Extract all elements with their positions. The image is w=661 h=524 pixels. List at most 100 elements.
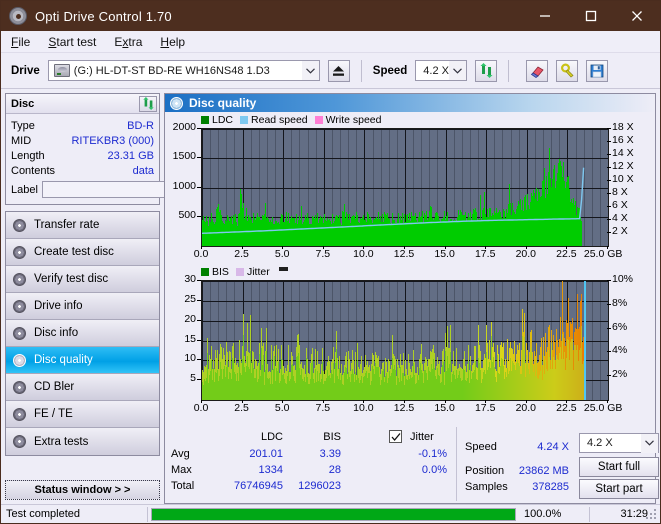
disc-row-length-key: Length xyxy=(11,149,45,162)
sidebar-item-label: Transfer rate xyxy=(34,219,100,231)
y-tick-label-right: 2% xyxy=(612,368,628,381)
y-tick-label-right: 6% xyxy=(612,320,628,333)
y-tick-label-right: 16 X xyxy=(612,134,634,146)
y-tick-right xyxy=(607,219,611,220)
settings-button[interactable] xyxy=(556,59,579,82)
app-icon xyxy=(9,7,27,25)
speed-stat-label: Speed xyxy=(465,441,497,453)
resize-grip[interactable] xyxy=(646,509,658,521)
legend-label: BIS xyxy=(212,266,229,278)
bottom-chart-legend: BIS Jitter xyxy=(201,266,288,278)
start-full-button[interactable]: Start full xyxy=(579,457,659,477)
drive-select[interactable]: (G:) HL-DT-ST BD-RE WH16NS48 1.D3 xyxy=(47,60,320,81)
x-tick xyxy=(201,246,202,249)
sidebar-item-drive-info[interactable]: Drive info xyxy=(6,293,159,320)
disc-row-length: Length 23.31 GB xyxy=(11,148,154,163)
menu-file[interactable]: File xyxy=(11,35,30,49)
menu-help[interactable]: Help xyxy=(160,35,185,49)
disc-icon xyxy=(12,353,27,368)
legend-swatch xyxy=(314,116,323,124)
minimize-icon[interactable] xyxy=(522,1,568,31)
x-tick-label: 10.0 xyxy=(353,402,374,414)
menu-extra[interactable]: Extra xyxy=(114,35,142,49)
x-tick xyxy=(363,246,365,249)
y-tick-right xyxy=(607,193,611,194)
drive-icon xyxy=(53,64,70,77)
test-speed-select[interactable]: 4.2 X xyxy=(579,433,659,453)
stats-row-max-label: Max xyxy=(171,464,192,476)
y-tick-label-right: 8% xyxy=(612,296,628,309)
refresh-button[interactable] xyxy=(475,59,498,82)
sidebar-item-transfer-rate[interactable]: Transfer rate xyxy=(6,212,159,239)
speed-select[interactable]: 4.2 X xyxy=(415,60,468,81)
eject-button[interactable] xyxy=(327,59,350,82)
y-tick-label-right: 18 X xyxy=(612,121,634,133)
y-tick xyxy=(197,379,201,381)
x-tick xyxy=(282,400,284,403)
disc-refresh-button[interactable] xyxy=(139,95,157,112)
save-button[interactable] xyxy=(586,59,609,82)
stats-avg-jitter: -0.1% xyxy=(418,448,447,460)
stats-avg-ldc: 201.01 xyxy=(249,448,283,460)
x-tick xyxy=(363,400,365,403)
status-window-button[interactable]: Status window > > xyxy=(5,480,160,500)
sidebar-item-disc-quality[interactable]: Disc quality xyxy=(6,347,159,374)
x-tick xyxy=(404,246,405,249)
sidebar-item-disc-info[interactable]: Disc info xyxy=(6,320,159,347)
chevron-down-icon xyxy=(449,61,467,80)
close-icon[interactable] xyxy=(614,1,660,31)
y-tick xyxy=(197,319,201,321)
disc-icon xyxy=(12,380,27,395)
legend-jitter: Jitter xyxy=(235,266,270,278)
x-tick-label: 10.0 xyxy=(353,248,374,260)
y-tick xyxy=(197,128,201,129)
y-tick-right xyxy=(607,327,611,329)
bottom-chart: BIS Jitter 0.0 2.5 5.0 7.5 10.0 12.5 15.… xyxy=(165,266,655,420)
disc-row-type-key: Type xyxy=(11,119,35,132)
position-stat-label: Position xyxy=(465,465,505,477)
disc-icon xyxy=(12,272,27,287)
title-bar: Opti Drive Control 1.70 xyxy=(1,1,660,31)
disc-panel-title: Disc xyxy=(11,97,35,110)
y-tick-right xyxy=(607,154,611,155)
sidebar-item-fe-te[interactable]: FE / TE xyxy=(6,401,159,428)
sidebar-item-label: CD Bler xyxy=(34,381,75,393)
stats-row-avg-label: Avg xyxy=(171,448,190,460)
erase-button[interactable] xyxy=(526,59,549,82)
sidebar-item-label: Verify test disc xyxy=(34,273,109,285)
y-tick xyxy=(197,186,201,188)
legend-bis: BIS xyxy=(201,266,229,278)
stats-divider xyxy=(456,427,457,501)
top-plot-area xyxy=(201,128,609,247)
x-tick xyxy=(444,246,446,249)
jitter-checkbox[interactable] xyxy=(389,430,402,443)
top-chart-legend: LDC Read speed Write speed xyxy=(201,114,382,126)
position-stat-value: 23862 MB xyxy=(518,465,569,477)
sidebar-item-verify-test-disc[interactable]: Verify test disc xyxy=(6,266,159,293)
x-tick xyxy=(566,400,568,403)
sidebar-item-create-test-disc[interactable]: Create test disc xyxy=(6,239,159,266)
sidebar-item-label: Disc info xyxy=(34,327,79,339)
top-chart: LDC Read speed Write speed 0.0 2.5 5.0 7… xyxy=(165,114,655,266)
start-part-button[interactable]: Start part xyxy=(579,479,659,499)
sidebar-item-label: Disc quality xyxy=(34,354,93,366)
x-tick-label: 2.5 xyxy=(234,248,249,260)
disc-rows: Type BD-R MID RITEKBR3 (000) Length 23.3… xyxy=(6,114,244,204)
y-tick-label-right: 4% xyxy=(612,344,628,357)
sidebar-item-extra-tests[interactable]: Extra tests xyxy=(6,428,159,455)
maximize-icon[interactable] xyxy=(568,1,614,31)
x-tick-label: 17.5 xyxy=(474,402,496,414)
legend-swatch xyxy=(201,268,209,276)
x-tick-label: 2.5 xyxy=(234,402,249,414)
x-tick xyxy=(525,246,527,249)
menu-start-test[interactable]: Start test xyxy=(48,35,96,49)
progress-percent: 100.0% xyxy=(524,508,562,520)
y-tick xyxy=(197,359,201,361)
y-tick-label-right: 8 X xyxy=(612,186,628,198)
x-tick-label: 5.0 xyxy=(274,248,290,260)
x-tick xyxy=(282,246,284,249)
x-tick-label: 12.5 xyxy=(393,402,415,414)
sidebar-item-cd-bler[interactable]: CD Bler xyxy=(6,374,159,401)
x-tick-label: 0.0 xyxy=(193,248,209,260)
x-tick xyxy=(607,246,608,249)
